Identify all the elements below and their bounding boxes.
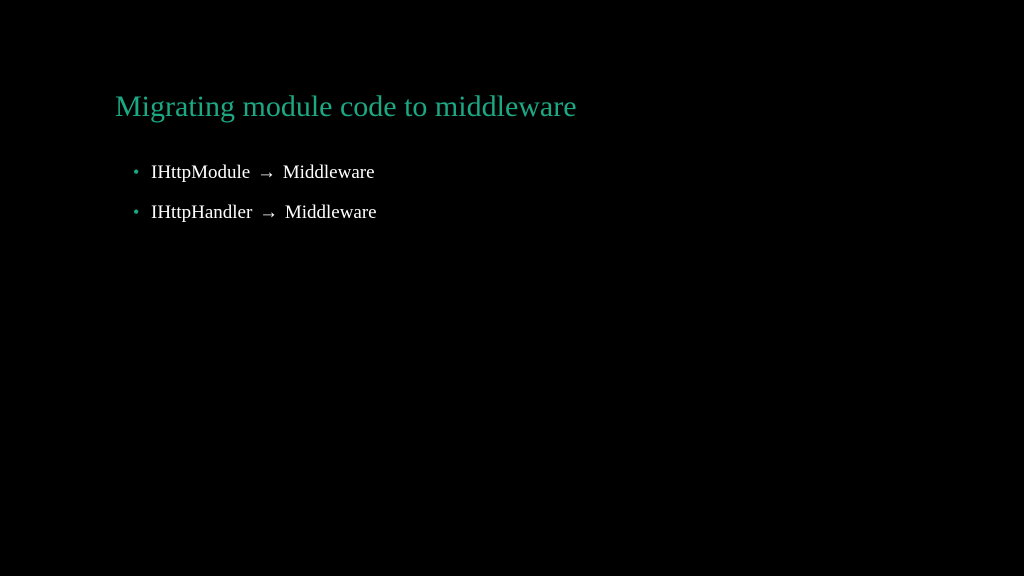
slide-container: Migrating module code to middleware IHtt… <box>0 0 1024 576</box>
bullet-list: IHttpModule → Middleware IHttpHandler → … <box>115 162 909 224</box>
arrow-icon: → <box>259 202 278 224</box>
bullet-text-before: IHttpModule <box>151 162 250 183</box>
slide-title: Migrating module code to middleware <box>115 90 909 124</box>
arrow-icon: → <box>257 162 276 184</box>
bullet-text-after: Middleware <box>283 162 375 183</box>
bullet-text-after: Middleware <box>285 202 377 223</box>
list-item: IHttpHandler → Middleware <box>133 202 909 224</box>
bullet-text-before: IHttpHandler <box>151 202 252 223</box>
list-item: IHttpModule → Middleware <box>133 162 909 184</box>
